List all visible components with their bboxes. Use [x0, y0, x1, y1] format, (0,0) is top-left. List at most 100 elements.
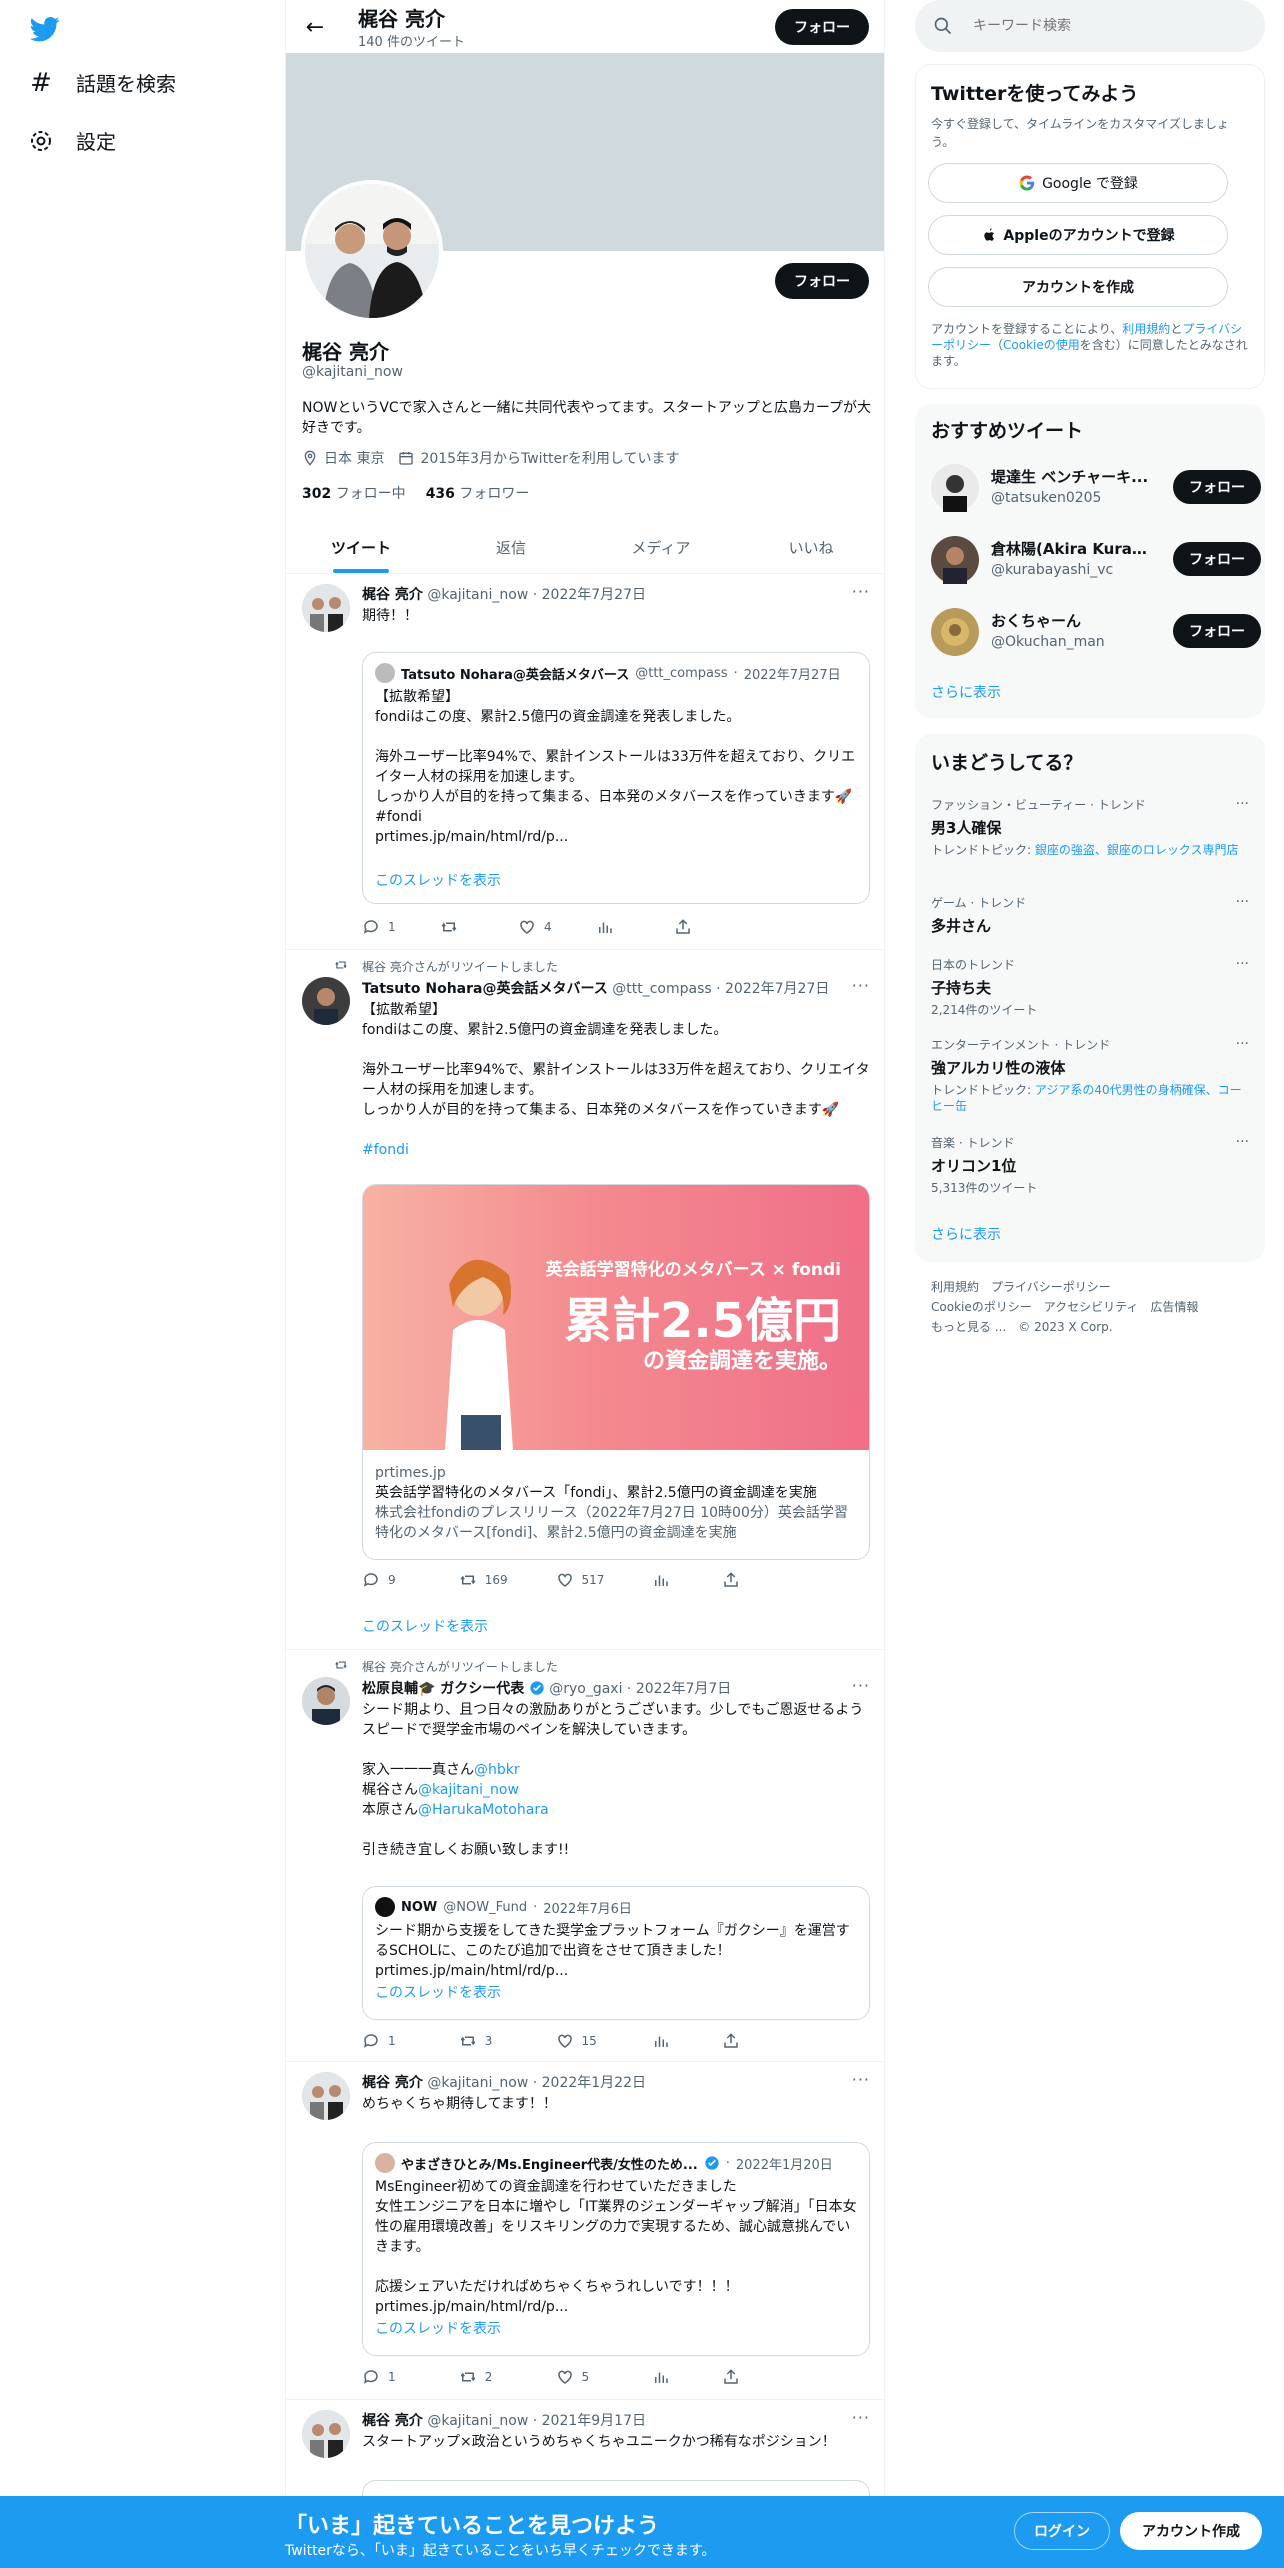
- tweet-author-name[interactable]: 梶谷 亮介: [362, 2413, 423, 2429]
- link-card[interactable]: 英会話学習特化のメタバース × fondi 累計2.5億円 の資金調達を実施。 …: [362, 1184, 870, 1560]
- share-button[interactable]: [722, 2032, 792, 2050]
- footer-link-ads[interactable]: 広告情報: [1150, 1300, 1198, 1314]
- tweet-author-name[interactable]: Tatsuto Nohara@英会話メタバース: [362, 981, 608, 997]
- profile-avatar[interactable]: [301, 180, 443, 322]
- tweet[interactable]: 梶谷 亮介 @kajitani_now · 2022年7月27日 ··· 期待！…: [286, 574, 884, 950]
- more-icon[interactable]: ···: [1236, 1036, 1249, 1052]
- nav-explore[interactable]: # 話題を検索: [28, 68, 176, 98]
- analytics-button[interactable]: [596, 918, 674, 936]
- recommended-show-more[interactable]: さらに表示: [931, 682, 1001, 702]
- retweet-label-text[interactable]: 梶谷 亮介さんがリツイートしました: [362, 1658, 558, 1675]
- trend-item[interactable]: 音楽 · トレンド オリコン1位 5,313件のツイート ···: [931, 1134, 1249, 1196]
- mention-link[interactable]: @kajitani_now: [418, 1782, 519, 1798]
- recommended-user[interactable]: 倉林陽(Akira Kuraba... @kurabayashi_vc フォロー: [931, 532, 1261, 588]
- trend-item[interactable]: 日本のトレンド 子持ち夫 2,214件のツイート ···: [931, 956, 1249, 1018]
- share-button[interactable]: [674, 918, 752, 936]
- reply-button[interactable]: 9: [362, 1571, 459, 1589]
- retweet-button[interactable]: [440, 918, 518, 936]
- user-avatar[interactable]: [931, 464, 979, 512]
- tweet-avatar[interactable]: [302, 584, 350, 632]
- share-button[interactable]: [722, 1571, 792, 1589]
- reply-button[interactable]: 1: [362, 2368, 459, 2386]
- tab-tweets[interactable]: ツイート: [286, 522, 436, 573]
- more-icon[interactable]: ···: [1236, 1134, 1249, 1150]
- tweet-date[interactable]: 2022年7月27日: [725, 981, 829, 997]
- tweet[interactable]: 梶谷 亮介さんがリツイートしました 松原良輔🎓 ガクシー代表 @ryo_gaxi…: [286, 1650, 884, 2062]
- reply-button[interactable]: 1: [362, 918, 440, 936]
- recommended-user[interactable]: 堤達生 ベンチャーキ... @tatsuken0205 フォロー: [931, 460, 1261, 516]
- more-icon[interactable]: ···: [1236, 796, 1249, 812]
- tweet-date[interactable]: 2022年7月7日: [636, 1681, 731, 1697]
- tweet-date[interactable]: 2022年1月22日: [542, 2075, 646, 2091]
- more-icon[interactable]: ···: [852, 582, 870, 601]
- footer-link-terms[interactable]: 利用規約: [931, 1280, 979, 1294]
- user-avatar[interactable]: [931, 608, 979, 656]
- tab-replies[interactable]: 返信: [436, 522, 586, 573]
- tweet-hashtag[interactable]: #fondi: [362, 1140, 870, 1160]
- show-thread-link[interactable]: このスレッドを表示: [362, 1616, 488, 1636]
- more-icon[interactable]: ···: [852, 2408, 870, 2427]
- quote-tweet[interactable]: Tatsuto Nohara@英会話メタバース @ttt_compass · 2022…: [362, 652, 870, 904]
- quote-show-thread[interactable]: このスレッドを表示: [375, 2319, 859, 2339]
- user-name[interactable]: おくちゃーん: [991, 610, 1151, 631]
- analytics-button[interactable]: [652, 1571, 722, 1589]
- tab-likes[interactable]: いいね: [736, 522, 884, 573]
- following-link[interactable]: 302 フォロー中: [302, 483, 406, 503]
- trend-item[interactable]: ファッション・ビューティー · トレンド 男3人確保 トレンドトピック: 銀座の…: [931, 796, 1249, 858]
- create-account-button[interactable]: アカウントを作成: [928, 267, 1228, 307]
- trend-item[interactable]: ゲーム · トレンド 多井さん ···: [931, 894, 1249, 936]
- footer-link-privacy[interactable]: プライバシーポリシー: [991, 1280, 1111, 1294]
- quote-show-thread[interactable]: このスレッドを表示: [375, 871, 859, 891]
- share-button[interactable]: [722, 2368, 792, 2386]
- reply-button[interactable]: 1: [362, 2032, 459, 2050]
- follow-button[interactable]: フォロー: [1173, 542, 1261, 576]
- tweet-avatar[interactable]: [302, 2072, 350, 2120]
- nav-settings[interactable]: 設定: [28, 126, 116, 155]
- profile-follow-button[interactable]: フォロー: [775, 263, 869, 299]
- footer-link-more[interactable]: もっと見る ...: [931, 1320, 1006, 1334]
- quote-tweet[interactable]: やまざきひとみ/Ms.Engineer代表/女性のため... · 2022年1月20…: [362, 2142, 870, 2356]
- back-arrow-icon[interactable]: ←: [300, 12, 330, 42]
- tweet-avatar[interactable]: [302, 1677, 350, 1725]
- follow-button[interactable]: フォロー: [1173, 470, 1261, 504]
- retweet-button[interactable]: 2: [459, 2368, 556, 2386]
- search-bar[interactable]: [915, 0, 1265, 52]
- google-signup-button[interactable]: Google で登録: [928, 163, 1228, 203]
- like-button[interactable]: 517: [556, 1571, 653, 1589]
- signup-button[interactable]: アカウント作成: [1120, 2512, 1262, 2550]
- more-icon[interactable]: ···: [852, 976, 870, 995]
- apple-signup-button[interactable]: Appleのアカウントで登録: [928, 215, 1228, 255]
- footer-link-accessibility[interactable]: アクセシビリティ: [1044, 1300, 1139, 1314]
- more-icon[interactable]: ···: [1236, 894, 1249, 910]
- user-name[interactable]: 倉林陽(Akira Kuraba...: [991, 538, 1151, 559]
- trend-item[interactable]: エンターテインメント · トレンド 強アルカリ性の液体 トレンドトピック: アジ…: [931, 1036, 1249, 1114]
- tweet-avatar[interactable]: [302, 977, 350, 1025]
- quote-show-thread[interactable]: このスレッドを表示: [375, 1983, 859, 2003]
- tweet-avatar[interactable]: [302, 2410, 350, 2458]
- tweet-date[interactable]: 2022年7月27日: [542, 587, 646, 603]
- analytics-button[interactable]: [652, 2368, 722, 2386]
- mention-link[interactable]: @hbkr: [474, 1762, 520, 1778]
- trend-topic-link[interactable]: 銀座の強盗、銀座のロレックス専門店: [1035, 843, 1239, 857]
- user-avatar[interactable]: [931, 536, 979, 584]
- tweet-date[interactable]: 2021年9月17日: [542, 2413, 646, 2429]
- retweet-button[interactable]: 169: [459, 1571, 556, 1589]
- more-icon[interactable]: ···: [852, 1676, 870, 1695]
- twitter-logo-icon[interactable]: [28, 14, 62, 44]
- tweet[interactable]: 梶谷 亮介 @kajitani_now · 2022年1月22日 ··· めちゃ…: [286, 2062, 884, 2400]
- like-button[interactable]: 5: [556, 2368, 653, 2386]
- like-button[interactable]: 4: [518, 918, 596, 936]
- more-icon[interactable]: ···: [852, 2070, 870, 2089]
- footer-link-cookies[interactable]: Cookieのポリシー: [931, 1300, 1032, 1314]
- user-name[interactable]: 堤達生 ベンチャーキ...: [991, 466, 1151, 487]
- terms-link[interactable]: 利用規約: [1122, 322, 1170, 336]
- analytics-button[interactable]: [652, 2032, 722, 2050]
- tweet-author-name[interactable]: 梶谷 亮介: [362, 2075, 423, 2091]
- follow-button[interactable]: フォロー: [1173, 614, 1261, 648]
- quote-tweet[interactable]: NOW @NOW_Fund · 2022年7月6日 シード期から支援をしてきた奨学金プ…: [362, 1886, 870, 2020]
- tweet[interactable]: 梶谷 亮介さんがリツイートしました Tatsuto Nohara@英会話メタバー…: [286, 950, 884, 1650]
- trends-show-more[interactable]: さらに表示: [931, 1224, 1001, 1244]
- mention-link[interactable]: @HarukaMotohara: [418, 1802, 549, 1818]
- more-icon[interactable]: ···: [1236, 956, 1249, 972]
- like-button[interactable]: 15: [556, 2032, 653, 2050]
